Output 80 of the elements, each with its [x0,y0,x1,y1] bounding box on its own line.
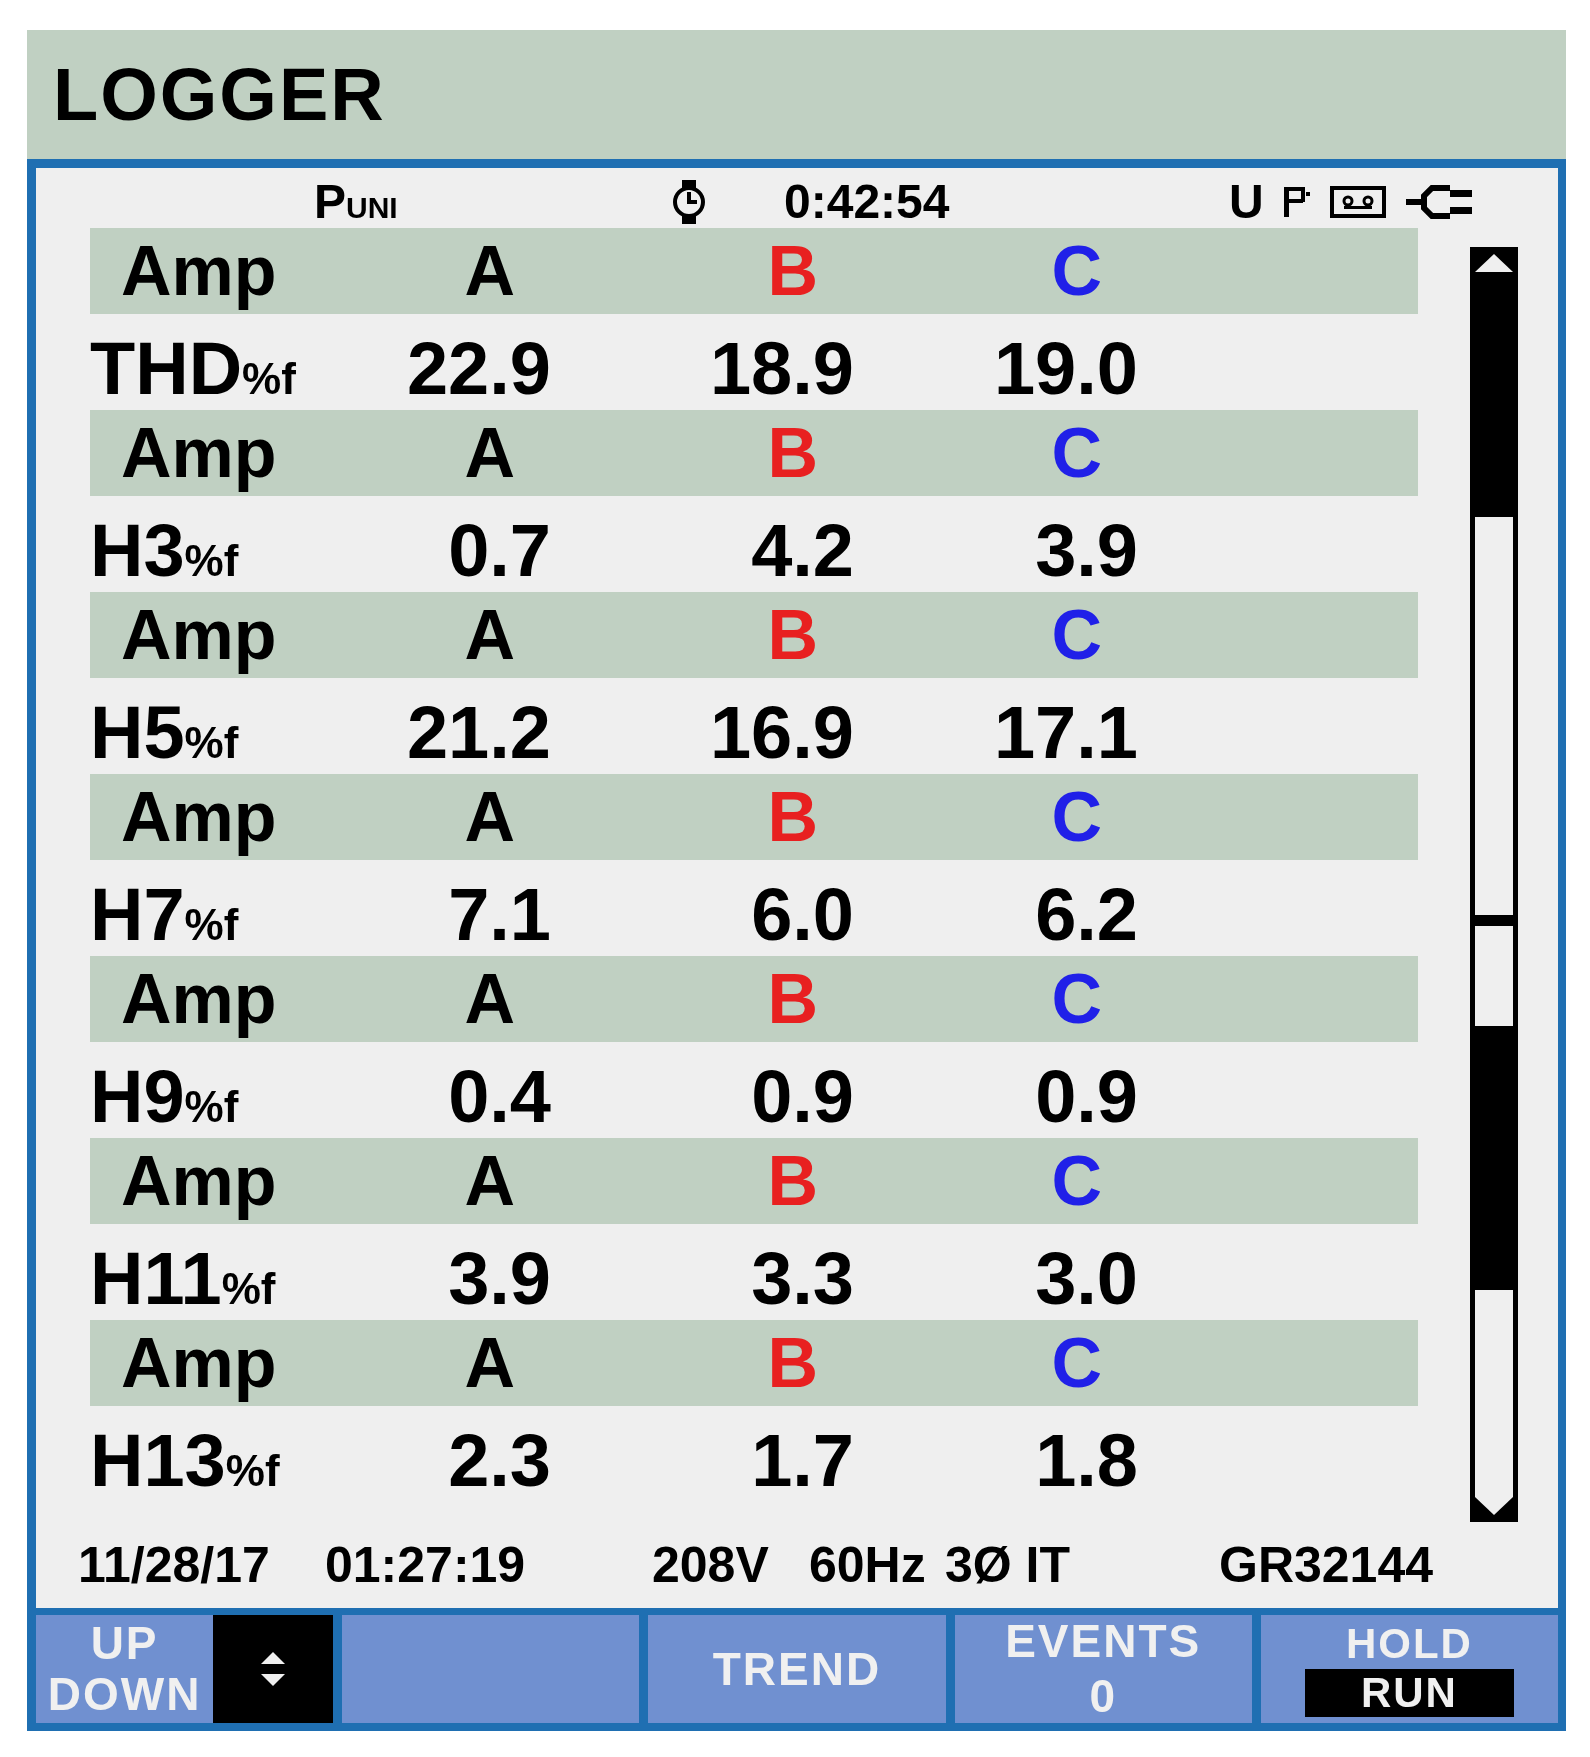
phase-label: C [1051,412,1102,494]
plug-icon [1405,184,1472,219]
phase-label: A [464,1322,515,1404]
table-cell: 3.9 [1035,508,1138,594]
status-indicator: U [1229,174,1264,230]
table-cell: 6.2 [1035,872,1138,958]
unit-label: Amp [121,776,277,858]
softkey[interactable]: UP DOWN [36,1615,334,1723]
phase-label: B [767,230,818,312]
phase-label: B [767,1322,818,1404]
unit-label: Amp [121,412,277,494]
elapsed-time: 0:42:54 [784,174,950,230]
table-cell: 3.3 [751,1236,854,1322]
status-text: 60Hz [809,1537,926,1595]
screen-title: LOGGER [53,51,386,138]
mode-option: RUN [1304,1669,1514,1718]
phase-label: A [464,594,515,676]
table-cell: 7.1 [448,872,551,958]
table-cell: 1.8 [1035,1418,1138,1504]
table-cell: 1.7 [751,1418,854,1504]
phase-label: B [767,594,818,676]
row-label: H3%f [90,508,239,594]
tape-icon [1329,185,1386,218]
softkey[interactable]: TREND [648,1615,946,1723]
scroll-up-icon[interactable] [1475,252,1513,272]
table-cell: 18.9 [709,326,854,412]
phase-label: A [464,1140,515,1222]
table-cell: 17.1 [993,690,1138,776]
row-label: H5%f [90,690,239,776]
unit-label: Amp [121,1322,277,1404]
table-cell: 3.0 [1035,1236,1138,1322]
flag-icon [1283,186,1310,217]
phase-label: A [464,776,515,858]
measurement-mode: PUNI [314,174,398,230]
status-text: 11/28/17 [78,1537,270,1595]
status-text: 01:27:19 [325,1537,526,1595]
status-text: GR32144 [1219,1537,1434,1595]
unit-label: Amp [121,958,277,1040]
table-cell: 6.0 [751,872,854,958]
status-text: 3Ø IT [945,1537,1071,1595]
phase-label: B [767,776,818,858]
row-label: H7%f [90,872,239,958]
phase-label: A [464,230,515,312]
phase-label: B [767,1140,818,1222]
phase-label: C [1051,594,1102,676]
row-label: H11%f [90,1236,276,1322]
table-cell: 3.9 [448,1236,551,1322]
scrollbar-thumb[interactable] [1475,926,1513,1026]
phase-label: C [1051,1322,1102,1404]
table-cell: 22.9 [406,326,551,412]
watch-icon [672,179,706,224]
phase-label: A [464,958,515,1040]
scrollbar[interactable] [1470,247,1518,1522]
softkey[interactable]: HOLD RUN [1260,1615,1558,1723]
table-cell: 16.9 [709,690,854,776]
table-cell: 2.3 [448,1418,551,1504]
row-label: H9%f [90,1054,239,1140]
table-cell: 0.9 [1035,1054,1138,1140]
table-cell: 19.0 [993,326,1138,412]
table-cell: 21.2 [406,690,551,776]
table-cell: 4.2 [751,508,854,594]
status-text: 208V [652,1537,769,1595]
phase-label: C [1051,776,1102,858]
table-cell: 0.4 [448,1054,551,1140]
unit-label: Amp [121,1140,277,1222]
table-cell: 0.7 [448,508,551,594]
up-down-arrows-icon [213,1615,334,1723]
phase-label: B [767,412,818,494]
softkey[interactable]: EVENTS 0 [954,1615,1252,1723]
unit-label: Amp [121,230,277,312]
phase-label: C [1051,958,1102,1040]
phase-label: A [464,412,515,494]
phase-label: B [767,958,818,1040]
phase-label: C [1051,1140,1102,1222]
phase-label: C [1051,230,1102,312]
row-label: H13%f [90,1418,280,1504]
table-cell: 0.9 [751,1054,854,1140]
row-label: THD%f [90,326,296,412]
mode-option: HOLD [1337,1620,1481,1667]
unit-label: Amp [121,594,277,676]
